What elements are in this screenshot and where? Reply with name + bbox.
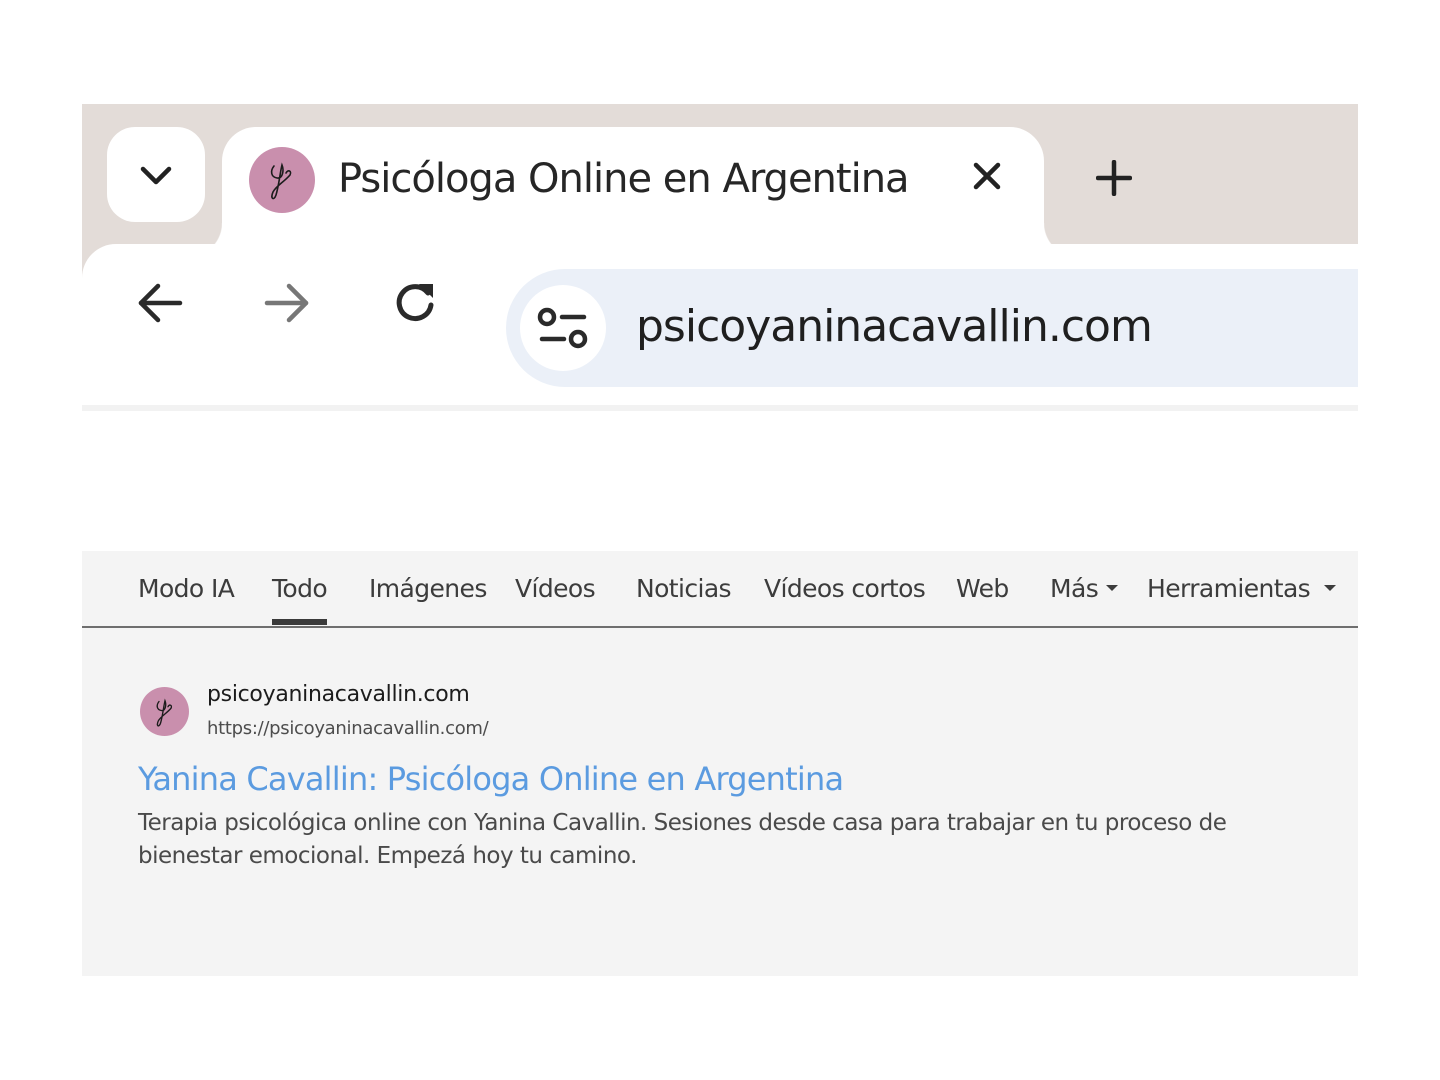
new-tab-button[interactable] — [1090, 154, 1138, 202]
result-snippet: Terapia psicológica online con Yanina Ca… — [138, 810, 1227, 869]
filter-web[interactable]: Web — [956, 571, 1009, 607]
tab-title: Psicóloga Online en Argentina — [338, 156, 910, 202]
browser-window: Psicóloga Online en Argentina psicoyanin… — [82, 104, 1358, 412]
close-icon — [973, 162, 1001, 190]
plus-icon — [1096, 160, 1132, 196]
result-favicon-icon — [140, 687, 189, 736]
result-site-name: psicoyaninacavallin.com — [207, 682, 470, 707]
filter-modo-ia[interactable]: Modo IA — [138, 571, 235, 607]
close-tab-button[interactable] — [967, 156, 1007, 196]
filter-herramientas[interactable]: Herramientas — [1147, 571, 1337, 607]
tune-icon — [537, 307, 588, 349]
reload-icon — [396, 284, 434, 322]
url-text[interactable]: psicoyaninacavallin.com — [636, 297, 1153, 357]
filter-noticias[interactable]: Noticias — [636, 571, 732, 607]
result-title-link[interactable]: Yanina Cavallin: Psicóloga Online en Arg… — [138, 757, 844, 801]
chevron-down-icon — [140, 166, 172, 184]
tab-search-button[interactable] — [107, 127, 205, 222]
site-info-button[interactable] — [520, 285, 606, 371]
back-button[interactable] — [128, 271, 192, 335]
filter-todo[interactable]: Todo — [272, 571, 328, 625]
filter-herramientas-label: Herramientas — [1147, 574, 1311, 603]
toolbar-divider — [82, 405, 1358, 411]
filter-imagenes[interactable]: Imágenes — [369, 571, 487, 607]
arrow-right-icon — [264, 283, 309, 323]
arrow-left-icon — [138, 283, 183, 323]
filter-mas[interactable]: Más — [1050, 571, 1119, 607]
search-results-panel: Modo IA Todo Imágenes Vídeos Noticias Ví… — [82, 551, 1358, 976]
filter-videos[interactable]: Vídeos — [515, 571, 596, 607]
address-bar[interactable]: psicoyaninacavallin.com — [506, 269, 1358, 387]
caret-down-icon — [1106, 585, 1119, 591]
browser-toolbar: psicoyaninacavallin.com — [82, 244, 1358, 412]
caret-down-icon — [1324, 585, 1337, 591]
result-url: https://psicoyaninacavallin.com/ — [207, 718, 489, 739]
reload-button[interactable] — [383, 271, 447, 335]
search-filter-bar: Modo IA Todo Imágenes Vídeos Noticias Ví… — [82, 551, 1358, 628]
site-favicon-icon — [249, 147, 315, 213]
filter-videos-cortos[interactable]: Vídeos cortos — [764, 571, 926, 607]
forward-button[interactable] — [255, 271, 319, 335]
filter-mas-label: Más — [1050, 574, 1099, 603]
active-tab[interactable]: Psicóloga Online en Argentina — [188, 127, 1078, 257]
